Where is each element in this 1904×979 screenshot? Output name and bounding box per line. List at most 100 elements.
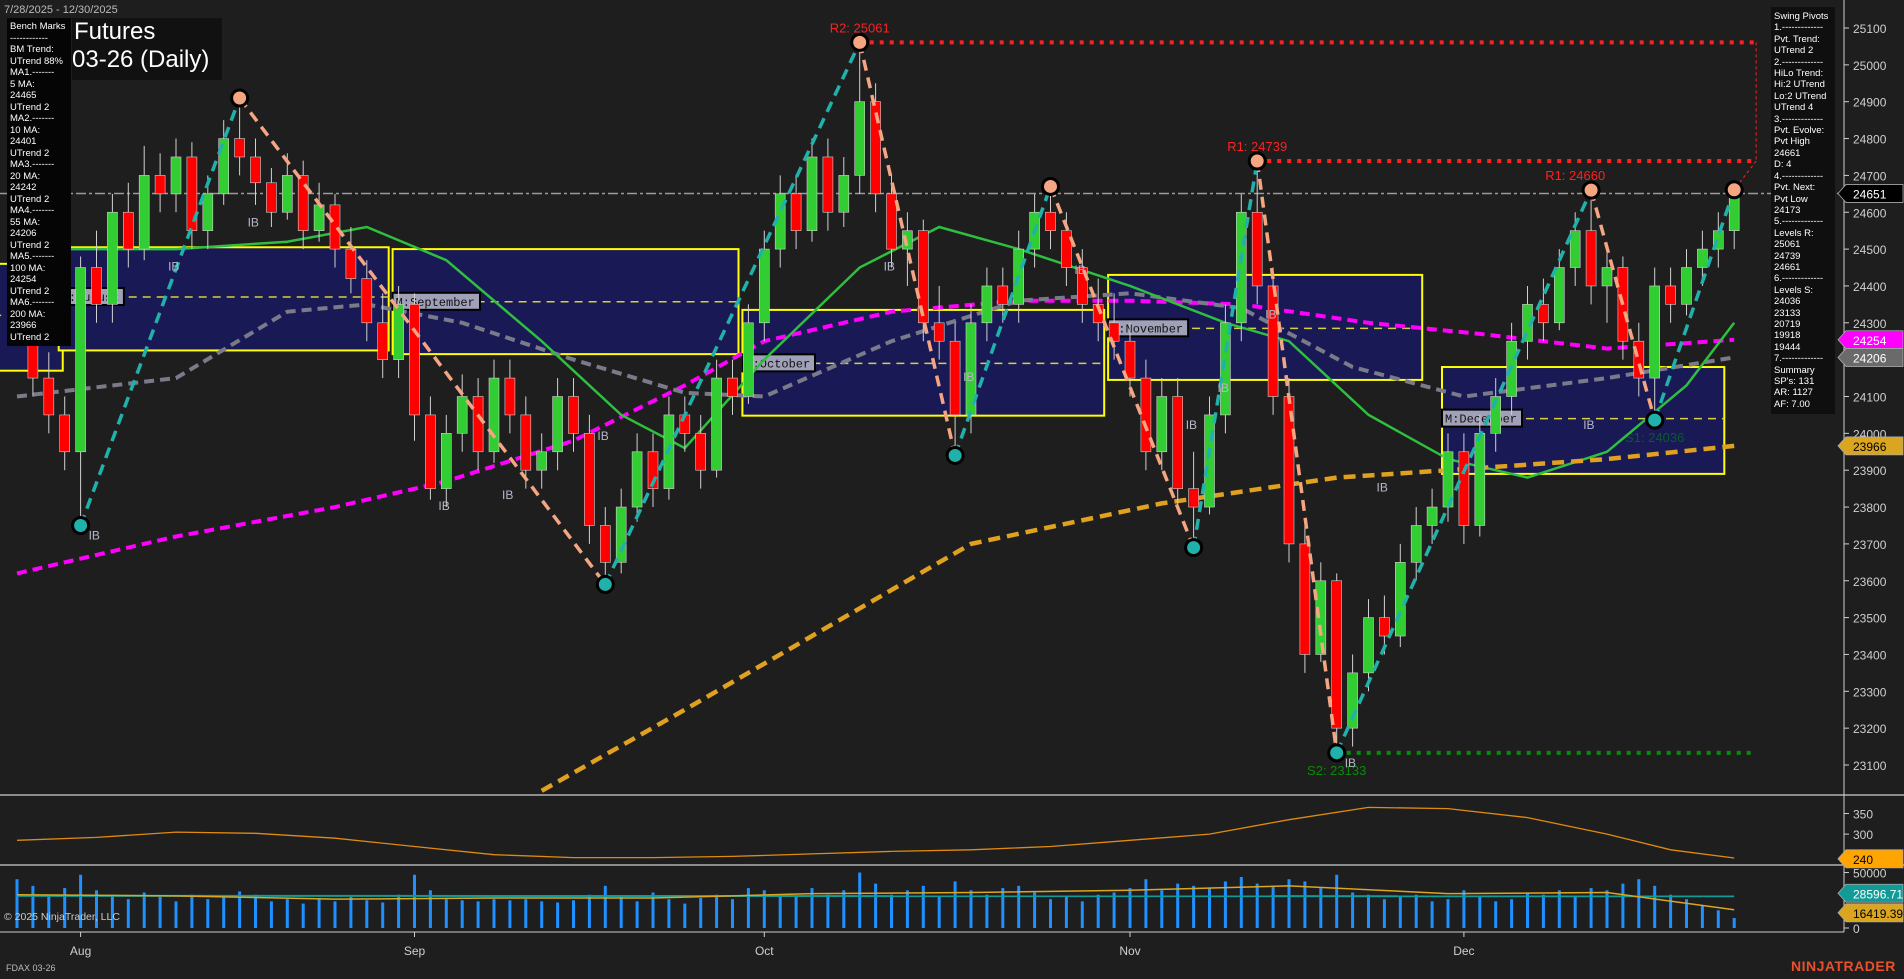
bench-mark-line: UTrend 2 (10, 147, 50, 159)
swing-pivots-panel: Swing Pivots 1.------------- Pvt. Trend: UT… (1771, 7, 1835, 415)
candle-down (1331, 580, 1342, 729)
volume-tick-label: 50000 (1853, 867, 1887, 881)
swing-pivot-line: 3.------------- (1774, 113, 1824, 125)
candle-down (345, 248, 357, 279)
time-tick-label: Dec (1453, 944, 1474, 958)
price-tick-label: 24100 (1853, 391, 1887, 405)
ib-label: IB (597, 429, 608, 443)
month-label: M:September (396, 296, 475, 310)
level-label: S1: 24036 (1625, 430, 1684, 445)
candle-up (440, 433, 452, 489)
candle-up (393, 304, 404, 360)
candle-down (1188, 488, 1199, 508)
candle-up (981, 285, 993, 324)
main-pane: M:August M:SeptemberM:OctoberM:NovemberM:… (0, 20, 1844, 793)
candle-down (1379, 617, 1390, 637)
price-tick-label: 24400 (1853, 280, 1887, 294)
swing-pivot-line: AR: 1127 (1774, 387, 1813, 399)
bench-mark-line: MA1.------- (10, 67, 55, 78)
price-tick-label: 24700 (1853, 169, 1887, 183)
candle-down (1458, 451, 1470, 526)
price-chart[interactable]: M:August M:SeptemberM:OctoberM:NovemberM:… (0, 0, 1904, 979)
swing-pivot-line: 19444 (1774, 341, 1801, 353)
bench-marks-panel: Bench Marks ------------ BM Trend: UTrend 8… (7, 18, 71, 346)
swing-pivot-line: Levels R: (1774, 227, 1814, 239)
candle-down (377, 322, 389, 360)
ib-label: IB (963, 370, 974, 384)
chart-title-line-1: Futures (74, 18, 156, 45)
swing-pivot-line: 19918 (1774, 330, 1801, 342)
swing-pivot-line: 20719 (1774, 318, 1801, 330)
candle-down (234, 138, 245, 158)
ninjatrader-logo: NINJATRADER (1791, 958, 1896, 974)
candle-up (615, 506, 627, 563)
price-tick-label: 24600 (1853, 206, 1887, 220)
ib-label: IB (1074, 263, 1085, 277)
bench-mark-line: 24401 (10, 136, 37, 147)
swing-pivot-line: 24661 (1774, 261, 1801, 273)
swing-pivot-line: 24739 (1774, 250, 1801, 262)
bench-mark-line: MA5.------- (10, 251, 55, 262)
candle-down (361, 278, 373, 324)
candle-down (584, 433, 595, 526)
candle-down (1172, 396, 1183, 489)
candle-down (1251, 211, 1263, 287)
candle-up (456, 396, 468, 434)
price-tick-label: 23300 (1853, 685, 1887, 699)
swing-pivot-line: UTrend 2 (1774, 45, 1814, 57)
time-tick-label: Nov (1119, 944, 1140, 958)
ib-label: IB (1583, 418, 1594, 432)
level-label: S2: 23133 (1307, 763, 1366, 778)
bench-mark-line: 100 MA: (10, 262, 46, 274)
bench-mark-line: UTrend 2 (10, 331, 50, 343)
candle-down (297, 175, 309, 231)
swing-pivot-line: 25061 (1774, 239, 1801, 251)
candle-down (568, 396, 579, 434)
time-tick-label: Oct (755, 944, 774, 958)
price-tag: 23966 (1853, 440, 1887, 454)
swing-low-marker (1645, 410, 1665, 430)
candle-down (1061, 230, 1072, 268)
candle-up (854, 101, 866, 176)
candle-down (790, 193, 802, 231)
time-tick-label: Aug (70, 944, 91, 958)
price-tick-label: 24900 (1853, 96, 1887, 110)
candle-up (838, 175, 850, 213)
ib-label: IB (438, 499, 449, 513)
swing-pivot-line: 24661 (1774, 147, 1801, 159)
swing-pivot-line: Levels S: (1774, 284, 1814, 296)
swing-pivot-line: Pvt Low (1774, 193, 1808, 205)
copyright: © 2025 NinjaTrader, LLC (4, 911, 120, 923)
moving-average-200-ma (540, 443, 1735, 793)
candle-down (250, 156, 261, 184)
candle-down (43, 377, 55, 416)
price-tick-label: 23100 (1853, 759, 1887, 773)
oscillator-line (16, 806, 1735, 859)
ib-label: IB (884, 259, 895, 273)
candle-down (266, 182, 277, 213)
candle-up (1395, 562, 1406, 637)
ib-label: IB (1218, 381, 1229, 395)
date-range: 7/28/2025 - 12/30/2025 (4, 4, 118, 16)
candle-up (1204, 414, 1215, 508)
swing-pivot-line: Summary (1774, 364, 1815, 376)
candle-up (75, 267, 86, 453)
candle-down (425, 414, 436, 489)
price-tick-label: 24500 (1853, 243, 1887, 257)
bench-mark-line: 200 MA: (10, 308, 46, 320)
ib-label: IB (1265, 307, 1276, 321)
candle-up (1697, 248, 1708, 268)
swing-pivot-line: 1.------------- (1774, 22, 1824, 34)
ib-label: IB (1377, 481, 1388, 495)
bench-mark-line: Bench Marks (10, 21, 66, 32)
bench-mark-line: UTrend 2 (10, 193, 50, 205)
swing-high-marker (230, 88, 250, 108)
candle-up (1426, 506, 1438, 526)
level-label: R1: 24660 (1545, 168, 1605, 183)
ib-label: IB (89, 528, 100, 542)
bench-mark-line: BM Trend: (10, 44, 54, 55)
bench-mark-line: 55 MA: (10, 216, 41, 228)
candle-up (1474, 433, 1486, 526)
bench-mark-line: MA6.------- (10, 297, 55, 308)
swing-pivot-line: 24036 (1774, 296, 1801, 308)
